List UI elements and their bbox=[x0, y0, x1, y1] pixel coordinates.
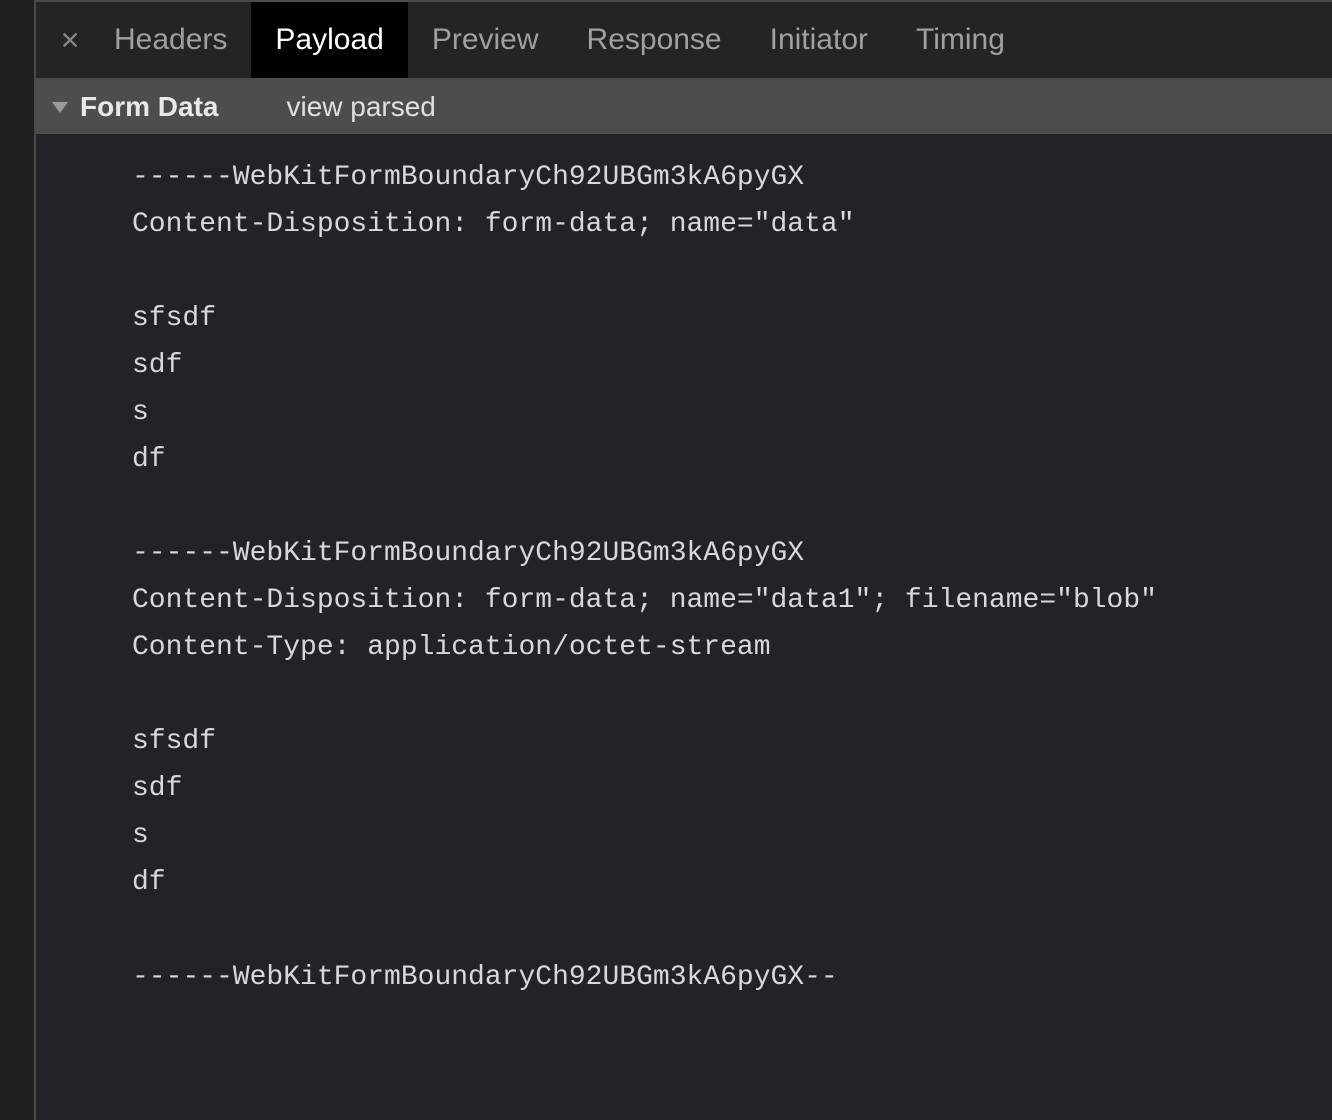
tab-headers[interactable]: Headers bbox=[90, 2, 251, 78]
tabs: Headers Payload Preview Response Initiat… bbox=[90, 2, 1029, 78]
close-button[interactable] bbox=[50, 20, 90, 60]
tab-preview[interactable]: Preview bbox=[408, 2, 563, 78]
tab-bar: Headers Payload Preview Response Initiat… bbox=[36, 2, 1332, 80]
tab-response[interactable]: Response bbox=[563, 2, 746, 78]
tab-initiator[interactable]: Initiator bbox=[746, 2, 892, 78]
disclosure-triangle-icon[interactable] bbox=[52, 102, 68, 113]
tab-timing[interactable]: Timing bbox=[892, 2, 1029, 78]
payload-body: ------WebKitFormBoundaryCh92UBGm3kA6pyGX… bbox=[36, 134, 1332, 1120]
close-icon bbox=[59, 29, 81, 51]
view-parsed-link[interactable]: view parsed bbox=[286, 91, 435, 123]
tab-payload[interactable]: Payload bbox=[251, 2, 407, 78]
main-panel: Headers Payload Preview Response Initiat… bbox=[36, 0, 1332, 1120]
left-rail bbox=[0, 0, 36, 1120]
section-bar: Form Data view parsed bbox=[36, 80, 1332, 134]
section-title: Form Data bbox=[80, 91, 218, 123]
